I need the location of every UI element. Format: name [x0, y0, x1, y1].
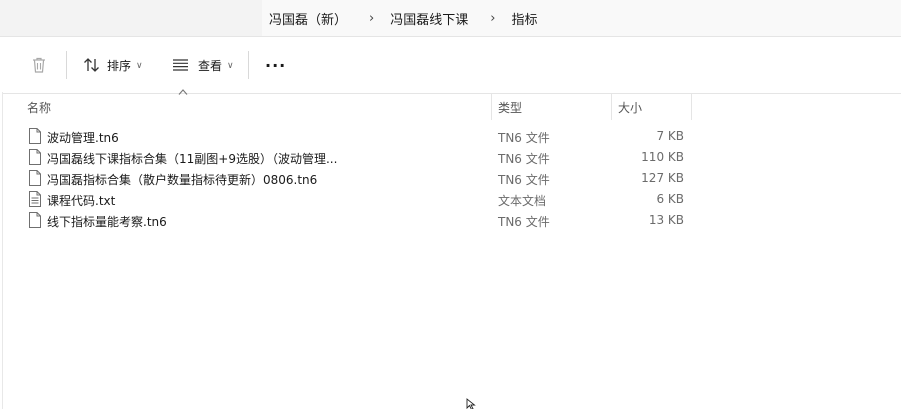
address-bar: 冯国磊（新） › 冯国磊线下课 › 指标 — [0, 0, 901, 36]
file-type: TN6 文件 — [498, 173, 550, 187]
view-button[interactable]: 查看 ∨ — [172, 51, 234, 79]
list-item[interactable]: 波动管理.tn6 TN6 文件 7 KB — [0, 126, 901, 147]
column-divider[interactable] — [691, 93, 692, 120]
breadcrumb-item[interactable]: 冯国磊线下课 — [390, 9, 468, 28]
command-bar: 排序 ∨ 查看 ∨ ··· — [0, 36, 901, 94]
text-document-icon — [29, 191, 41, 207]
chevron-right-icon: › — [369, 10, 375, 26]
column-header-type[interactable]: 类型 — [498, 99, 522, 116]
file-name: 波动管理.tn6 — [47, 131, 119, 145]
chevron-down-icon: ∨ — [227, 60, 234, 71]
column-divider[interactable] — [611, 93, 612, 120]
breadcrumb-item-current[interactable]: 指标 — [511, 9, 537, 28]
column-headers: 名称 类型 大小 — [0, 89, 901, 120]
file-list: 波动管理.tn6 TN6 文件 7 KB 冯国磊线下课指标合集（11副图+9选股… — [0, 126, 901, 231]
file-type: TN6 文件 — [498, 131, 550, 145]
file-name: 冯国磊线下课指标合集（11副图+9选股）（波动管理... — [47, 152, 338, 166]
file-size: 7 KB — [656, 129, 684, 143]
file-size: 13 KB — [648, 213, 684, 227]
file-name: 冯国磊指标合集（散户数量指标待更新）0806.tn6 — [47, 173, 318, 187]
file-size: 6 KB — [656, 192, 684, 206]
more-options-button[interactable]: ··· — [265, 51, 286, 79]
document-icon — [29, 149, 41, 165]
sort-ascending-icon — [178, 89, 188, 95]
list-item[interactable]: 冯国磊线下课指标合集（11副图+9选股）（波动管理... TN6 文件 110 … — [0, 147, 901, 168]
file-type: TN6 文件 — [498, 215, 550, 229]
delete-button[interactable] — [31, 51, 47, 79]
column-header-size[interactable]: 大小 — [618, 99, 642, 116]
file-type: TN6 文件 — [498, 152, 550, 166]
chevron-down-icon: ∨ — [136, 60, 143, 71]
toolbar-divider — [66, 51, 67, 79]
file-type: 文本文档 — [498, 194, 547, 208]
chevron-right-icon: › — [490, 10, 496, 26]
document-icon — [29, 212, 41, 228]
file-size: 127 KB — [641, 171, 684, 185]
file-name: 线下指标量能考察.tn6 — [47, 215, 167, 229]
sort-label: 排序 — [107, 58, 132, 73]
trash-icon — [33, 57, 45, 73]
column-divider[interactable] — [491, 93, 492, 120]
file-explorer-window: 冯国磊（新） › 冯国磊线下课 › 指标 排序 ∨ 查看 ∨ ··· 名称 类型… — [0, 0, 901, 409]
list-item[interactable]: 课程代码.txt 文本文档 6 KB — [0, 189, 901, 210]
list-item[interactable]: 线下指标量能考察.tn6 TN6 文件 13 KB — [0, 210, 901, 231]
column-header-name[interactable]: 名称 — [27, 99, 51, 116]
mouse-cursor-icon — [466, 398, 476, 409]
more-icon: ··· — [265, 55, 287, 75]
sort-button[interactable]: 排序 ∨ — [83, 51, 143, 79]
file-name: 课程代码.txt — [47, 194, 116, 208]
view-list-icon — [173, 59, 188, 71]
sort-icon — [84, 58, 99, 72]
list-item[interactable]: 冯国磊指标合集（散户数量指标待更新）0806.tn6 TN6 文件 127 KB — [0, 168, 901, 189]
document-icon — [29, 128, 41, 144]
breadcrumb-item[interactable]: 冯国磊（新） — [269, 9, 347, 28]
document-icon — [29, 170, 41, 186]
view-label: 查看 — [198, 58, 223, 73]
breadcrumb[interactable]: 冯国磊（新） › 冯国磊线下课 › 指标 — [262, 0, 901, 36]
file-size: 110 KB — [641, 150, 684, 164]
toolbar-divider — [248, 51, 249, 79]
